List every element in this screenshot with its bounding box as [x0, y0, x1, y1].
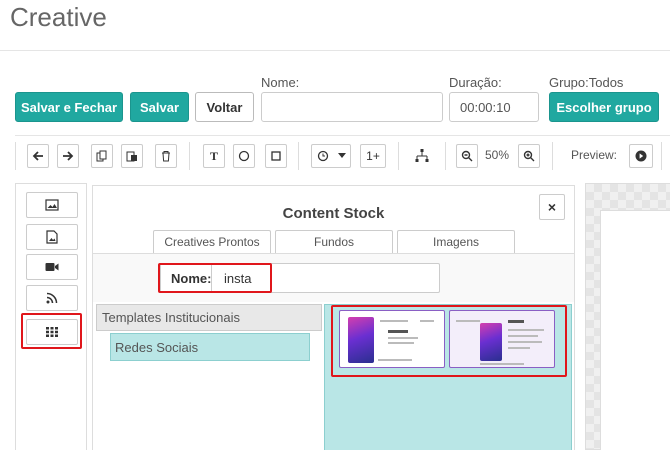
preview-label: Preview: [571, 148, 618, 162]
category-redes-sociais[interactable]: Redes Sociais [110, 333, 310, 361]
title-divider [0, 50, 670, 51]
toolbar-separator [189, 142, 190, 170]
tab-creatives-prontos[interactable]: Creatives Prontos [153, 230, 271, 253]
results-highlight [331, 305, 567, 377]
clock-icon [317, 150, 328, 162]
toolbar-separator [445, 142, 446, 170]
zoom-in-icon[interactable] [518, 144, 540, 168]
text-tool-button[interactable]: T [203, 144, 225, 168]
preview-canvas[interactable] [585, 183, 670, 450]
duration-step-button[interactable]: 1+ [360, 144, 386, 168]
grid-button-highlight [21, 313, 82, 349]
image-upload-icon[interactable] [26, 224, 78, 250]
tab-imagens[interactable]: Imagens [397, 230, 515, 253]
name-label: Nome: [261, 75, 300, 90]
search-highlight [158, 263, 272, 293]
group-label: Grupo:Todos [549, 75, 624, 90]
results-panel [324, 304, 572, 450]
image-icon[interactable] [26, 192, 78, 218]
arrow-right-icon[interactable] [57, 144, 79, 168]
save-button[interactable]: Salvar [130, 92, 189, 122]
video-camera-icon[interactable] [26, 254, 78, 280]
back-button[interactable]: Voltar [195, 92, 254, 122]
rss-icon[interactable] [26, 285, 78, 311]
dialog-title: Content Stock [282, 205, 385, 222]
choose-group-button[interactable]: Escolher grupo [549, 92, 659, 122]
trash-icon[interactable] [155, 144, 177, 168]
name-input[interactable] [261, 92, 443, 122]
circle-icon[interactable] [233, 144, 255, 168]
play-icon[interactable] [629, 144, 653, 168]
save-and-close-button[interactable]: Salvar e Fechar [15, 92, 123, 122]
page-title: Creative [10, 2, 107, 32]
toolbar-separator [15, 142, 16, 170]
category-tree: Templates Institucionais Redes Sociais [96, 304, 322, 450]
toolbar-separator [552, 142, 553, 170]
paste-icon[interactable] [121, 144, 143, 168]
clock-dropdown[interactable] [311, 144, 351, 168]
zoom-level: 50% [485, 148, 510, 162]
tab-divider [93, 253, 574, 254]
editor-toolbar: T 1+ 50% Preview: [15, 135, 670, 175]
content-stock-dialog: Content Stock × Creatives Prontos Fundos… [92, 185, 575, 450]
arrow-left-icon[interactable] [27, 144, 49, 168]
duration-label: Duração: [449, 75, 502, 90]
caret-down-icon [337, 153, 346, 158]
toolbar-separator [298, 142, 299, 170]
close-icon[interactable]: × [539, 194, 565, 220]
zoom-out-icon[interactable] [456, 144, 478, 168]
category-templates-institucionais[interactable]: Templates Institucionais [96, 304, 322, 331]
rectangle-icon[interactable] [265, 144, 287, 168]
tab-fundos[interactable]: Fundos [275, 230, 393, 253]
sitemap-icon[interactable] [411, 144, 433, 168]
duration-input[interactable]: 00:00:10 [449, 92, 539, 122]
preview-page [600, 210, 670, 450]
toolbar-separator [661, 142, 662, 170]
copy-icon[interactable] [91, 144, 113, 168]
toolbar-separator [398, 142, 399, 170]
